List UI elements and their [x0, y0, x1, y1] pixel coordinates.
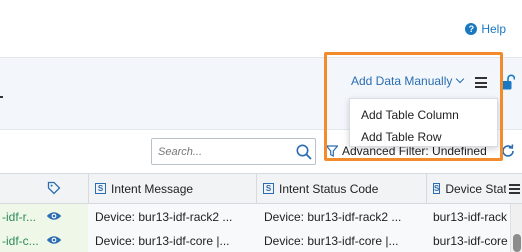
column-header-intent-message[interactable]: S Intent Message: [88, 174, 256, 203]
row-id-link[interactable]: -idf-c...: [2, 234, 39, 248]
menu-item-add-table-row[interactable]: Add Table Row: [361, 130, 442, 144]
add-data-manually-dropdown[interactable]: Add Data Manually: [351, 74, 465, 88]
scrollbar-thumb[interactable]: [513, 234, 521, 252]
table-row[interactable]: -idf-r... Device: bur13-idf-rack2 ... De…: [0, 204, 510, 228]
cell-device-status: bur13-idf-core: [433, 234, 508, 248]
edge-mark: [0, 96, 3, 98]
menu-item-add-table-column[interactable]: Add Table Column: [361, 108, 459, 122]
data-table: S Intent Message S Intent Status Code S …: [0, 173, 522, 252]
string-type-icon: S: [263, 183, 274, 194]
column-header-device-status[interactable]: S Device Stat: [426, 174, 506, 203]
cell-device-status: bur13-idf-rack: [433, 210, 508, 224]
cell-intent-message: Device: bur13-idf-rack2 ...: [95, 210, 233, 224]
column-menu-icon[interactable]: [509, 184, 520, 194]
top-bar: ? Help: [0, 0, 522, 58]
help-link[interactable]: ? Help: [465, 22, 506, 36]
hamburger-menu-icon[interactable]: [475, 77, 487, 88]
help-icon: ?: [465, 23, 478, 35]
add-data-menu: Add Table Column Add Table Row: [349, 98, 498, 147]
search-input[interactable]: [158, 143, 288, 161]
filter-icon: [326, 145, 338, 157]
search-box: [151, 138, 316, 165]
column-header-label: Device Stat: [445, 181, 506, 196]
eye-icon[interactable]: [46, 211, 62, 221]
table-header: S Intent Message S Intent Status Code S …: [0, 173, 522, 204]
row-id-link[interactable]: -idf-r...: [2, 210, 36, 224]
eye-icon[interactable]: [46, 235, 62, 245]
vertical-scrollbar[interactable]: [510, 204, 522, 252]
string-type-icon: S: [433, 183, 441, 194]
column-header-label: Intent Status Code: [279, 181, 379, 196]
unlock-icon[interactable]: [501, 74, 515, 90]
column-header-intent-status-code[interactable]: S Intent Status Code: [256, 174, 426, 203]
cell-intent-status-code: Device: bur13-idf-core |...: [264, 234, 399, 248]
add-data-label: Add Data Manually: [351, 74, 453, 88]
cell-intent-status-code: Device: bur13-idf-rack2 ...: [264, 210, 402, 224]
tag-icon[interactable]: [47, 181, 61, 195]
column-header-label: Intent Message: [111, 181, 194, 196]
cell-intent-message: Device: bur13-idf-core |...: [95, 234, 230, 248]
chevron-down-icon: [456, 74, 465, 84]
search-icon[interactable]: [295, 143, 313, 161]
string-type-icon: S: [95, 183, 106, 194]
refresh-icon[interactable]: [500, 143, 516, 159]
help-label: Help: [481, 22, 506, 36]
table-row[interactable]: -idf-c... Device: bur13-idf-core |... De…: [0, 228, 510, 252]
